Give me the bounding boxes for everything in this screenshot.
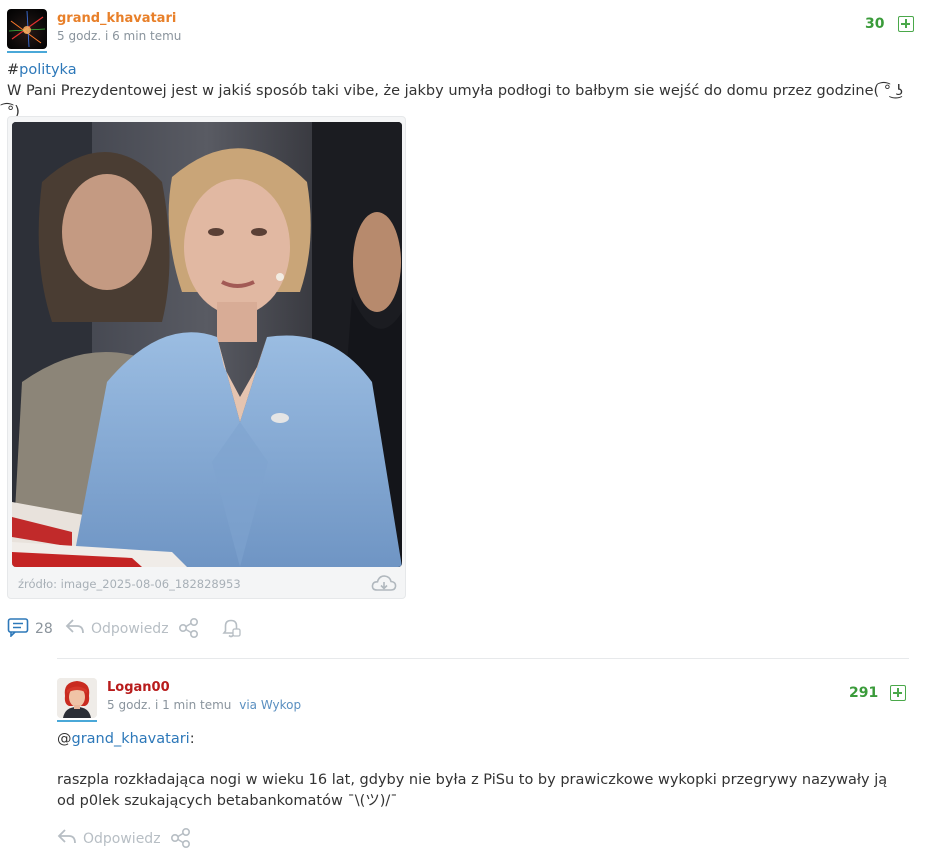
reply-button[interactable]: Odpowiedz [65, 618, 169, 640]
reply-label: Odpowiedz [91, 621, 169, 637]
comments-icon [7, 617, 29, 641]
reply-plus-icon[interactable] [890, 685, 906, 701]
mention-at: @ [57, 731, 72, 747]
author-username[interactable]: grand_khavatari [57, 11, 176, 26]
comments-count: 28 [35, 621, 53, 637]
post-timestamp[interactable]: 5 godz. i 6 min temu [57, 29, 181, 43]
mention-user-link[interactable]: grand_khavatari [72, 731, 190, 747]
reply-timestamp[interactable]: 5 godz. i 1 min temu [107, 698, 231, 712]
reply-share-icon[interactable] [170, 827, 192, 849]
post-image[interactable] [12, 122, 402, 567]
reply-via[interactable]: via Wykop [239, 698, 301, 712]
reply-meta: 5 godz. i 1 min temu via Wykop [107, 698, 301, 712]
avatar-image [8, 10, 46, 48]
reply-author-avatar[interactable] [57, 678, 97, 718]
plus-icon[interactable] [898, 16, 914, 32]
comments-action[interactable]: 28 [7, 617, 53, 641]
reply-vote-score: 291 [849, 685, 879, 701]
vote-score: 30 [865, 16, 885, 32]
reply-reply-label: Odpowiedz [83, 831, 161, 847]
reply-icon [65, 618, 85, 640]
notification-bell-icon[interactable] [220, 617, 242, 639]
image-source: źródło: image_2025-08-06_182828953 [18, 577, 241, 591]
reply-author-username[interactable]: Logan00 [107, 680, 170, 695]
share-icon[interactable] [178, 617, 200, 639]
reply-reply-button[interactable]: Odpowiedz [57, 828, 161, 850]
avatar-underline [7, 51, 47, 53]
hash-symbol: # [7, 62, 20, 78]
reply-reply-icon [57, 828, 77, 850]
comment-divider [57, 658, 909, 659]
reply-text: raszpla rozkładająca nogi w wieku 16 lat… [57, 772, 888, 809]
photo-illustration [12, 122, 402, 567]
reply-avatar-image [57, 678, 97, 718]
mention-colon: : [189, 731, 195, 747]
download-cloud-icon[interactable] [371, 574, 397, 594]
author-avatar[interactable] [7, 9, 47, 49]
tag-link[interactable]: polityka [19, 62, 76, 78]
reply-avatar-underline [57, 720, 97, 722]
reply-mention: @grand_khavatari: [57, 729, 195, 750]
post-tag-line: #polityka [7, 60, 77, 81]
